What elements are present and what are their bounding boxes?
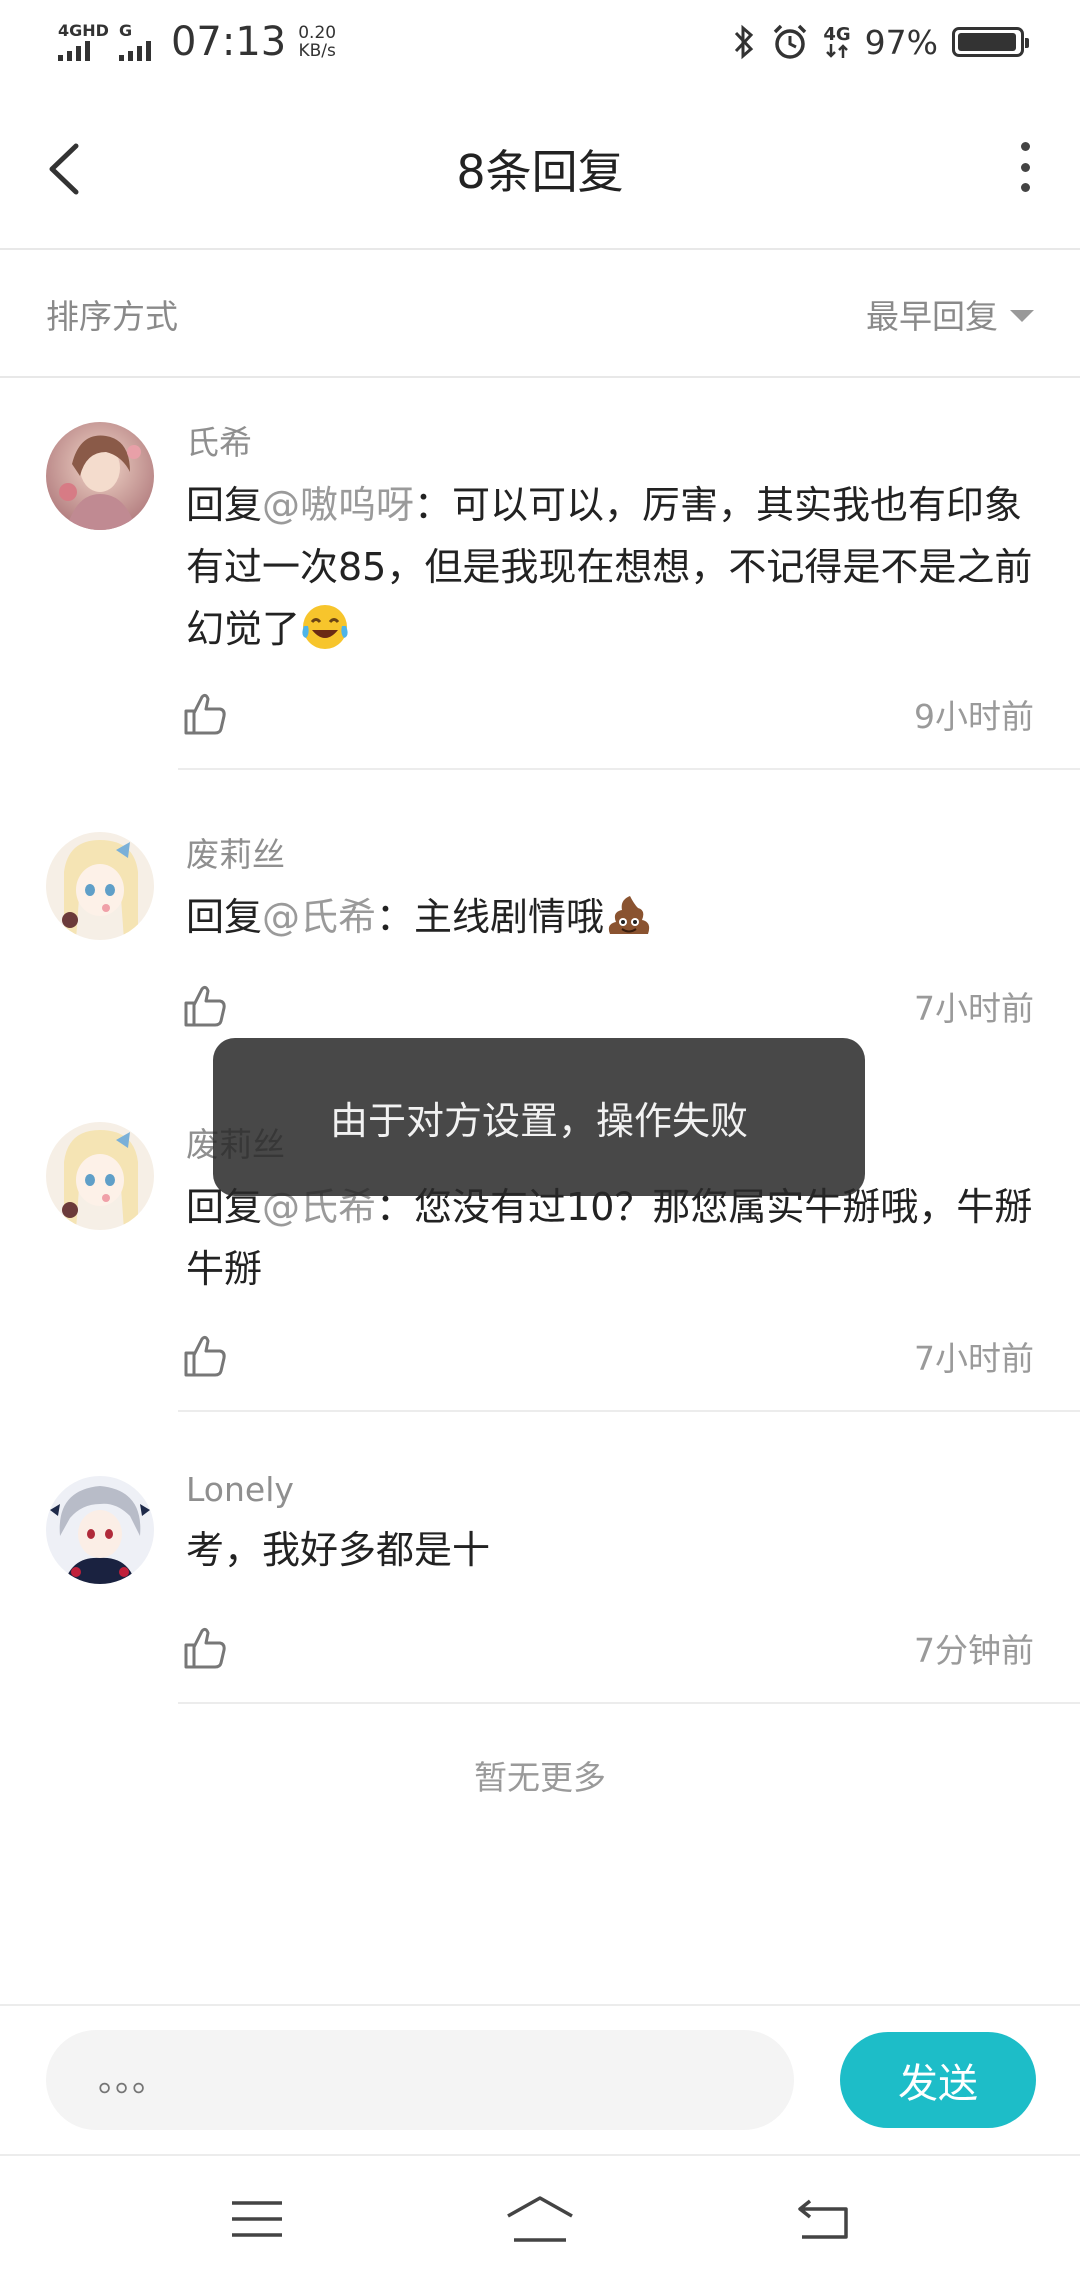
divider — [178, 1702, 1080, 1704]
network-label: 4G — [823, 24, 851, 45]
status-right: 4G 97% — [731, 22, 1029, 62]
send-button[interactable]: 发送 — [840, 2032, 1036, 2128]
alarm-icon — [774, 24, 807, 59]
system-nav-bar — [0, 2158, 1080, 2280]
thumbs-up-icon[interactable] — [182, 1333, 228, 1379]
speed-unit: KB/s — [298, 41, 336, 61]
sort-selected: 最早回复 — [866, 297, 998, 336]
comment-text: 回复@嗷呜呀：可以可以，厉害，其实我也有印象有过一次85，但是我现在想想，不记得… — [186, 474, 1034, 660]
sort-label: 排序方式 — [46, 297, 178, 336]
comment-footer: 9小时前 — [182, 684, 1034, 744]
comment-footer: 7分钟前 — [182, 1618, 1034, 1678]
comment-item: 废莉丝 回复@氏希：主线剧情哦 7小时前 — [0, 772, 1080, 1062]
caret-down-icon — [1010, 310, 1034, 322]
battery-percent: 97% — [864, 22, 938, 62]
comment-content: 考，我好多都是十 — [186, 1528, 491, 1572]
comment-time: 7小时前 — [914, 1339, 1034, 1378]
reply-input-bar: 发送 — [0, 2004, 1080, 2156]
comment-content: ：主线剧情哦 — [376, 895, 605, 939]
thumbs-up-icon[interactable] — [182, 691, 228, 737]
comment-body: 氏希 回复@嗷呜呀：可以可以，厉害，其实我也有印象有过一次85，但是我现在想想，… — [186, 416, 1034, 660]
comment-text: 回复@氏希：主线剧情哦 — [186, 886, 1034, 948]
back-return-icon[interactable] — [796, 2197, 850, 2241]
more-vertical-icon — [1020, 142, 1030, 151]
comment-username[interactable]: Lonely — [186, 1470, 1034, 1509]
comment-footer: 7小时前 — [182, 976, 1034, 1036]
status-bar: 4GHD G 07:13 0.20 KB/s 4G 97% — [0, 0, 1080, 84]
no-more-text: 暂无更多 — [474, 1758, 606, 1797]
menu-icon[interactable] — [230, 2197, 284, 2241]
toast-message: 由于对方设置，操作失败 — [213, 1038, 865, 1196]
comment-body: Lonely 考，我好多都是十 — [186, 1470, 1034, 1581]
battery-level — [958, 33, 1017, 51]
avatar[interactable] — [46, 1122, 154, 1230]
comment-item: 氏希 回复@嗷呜呀：可以可以，厉害，其实我也有印象有过一次85，但是我现在想想，… — [0, 380, 1080, 772]
network-speed: 0.20 KB/s — [298, 24, 336, 60]
bluetooth-icon — [735, 24, 754, 60]
comment-username[interactable]: 废莉丝 — [186, 828, 1034, 876]
comment-body: 废莉丝 回复@氏希：主线剧情哦 — [186, 828, 1034, 948]
thumbs-up-icon[interactable] — [182, 983, 228, 1029]
comment-username[interactable]: 氏希 — [186, 416, 1034, 464]
signal-bars-icon — [118, 41, 151, 61]
header: 8条回复 — [0, 84, 1080, 250]
network-4g-icon: 4G — [823, 24, 851, 58]
comment-footer: 7小时前 — [182, 1326, 1034, 1386]
poop-emoji — [608, 896, 650, 934]
signal-2: G — [118, 21, 151, 61]
comment-text: 考，我好多都是十 — [186, 1519, 1034, 1581]
home-icon[interactable] — [504, 2194, 576, 2244]
comment-time: 7分钟前 — [914, 1631, 1034, 1670]
avatar[interactable] — [46, 422, 154, 530]
page-title: 8条回复 — [456, 145, 624, 199]
comment-item: Lonely 考，我好多都是十 7分钟前 — [0, 1414, 1080, 1704]
signal-bars-icon — [58, 41, 90, 61]
sort-dropdown[interactable]: 最早回复 — [866, 290, 1034, 338]
laughing-tears-emoji — [302, 605, 348, 649]
reply-prefix: 回复 — [186, 483, 263, 527]
thumbs-up-icon[interactable] — [182, 1625, 228, 1671]
signal-2-label: G — [118, 21, 133, 40]
comment-time: 9小时前 — [914, 697, 1034, 736]
signal-1-label: 4GHD — [58, 21, 109, 40]
divider — [178, 1410, 1080, 1412]
avatar[interactable] — [46, 1476, 154, 1584]
signal-1: 4GHD — [58, 23, 109, 61]
reply-prefix: 回复 — [186, 895, 263, 939]
mention-link[interactable]: @氏希 — [262, 895, 376, 939]
more-button[interactable] — [1010, 142, 1040, 192]
avatar[interactable] — [46, 832, 154, 940]
battery-icon — [952, 27, 1029, 57]
comment-time: 7小时前 — [914, 989, 1034, 1028]
speed-value: 0.20 — [298, 23, 337, 43]
mention-link[interactable]: @嗷呜呀 — [262, 483, 414, 527]
divider — [178, 768, 1080, 770]
status-time: 07:13 — [170, 19, 287, 65]
sort-row: 排序方式 最早回复 — [0, 252, 1080, 378]
reply-input[interactable] — [46, 2030, 794, 2130]
